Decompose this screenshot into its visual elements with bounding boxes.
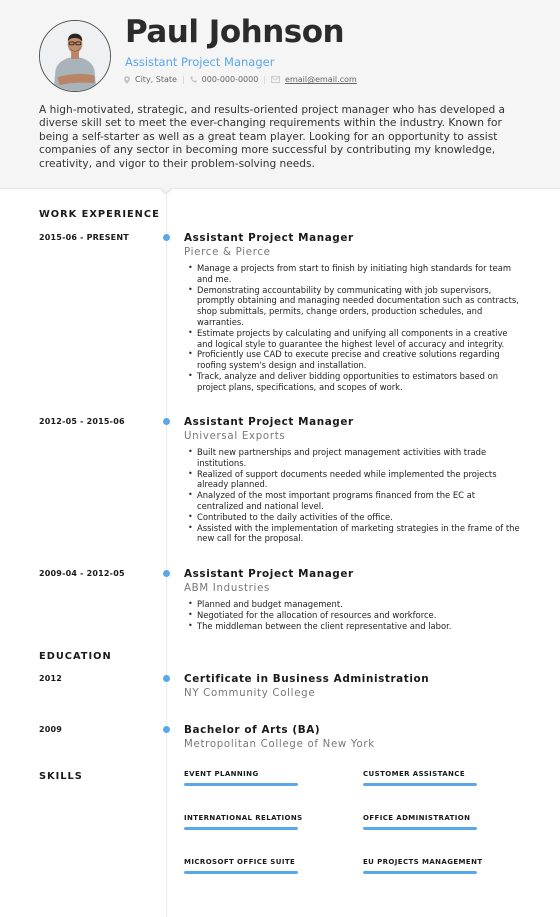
skill-name: OFFICE ADMINISTRATION [363, 814, 471, 822]
job-entry: Assistant Project Manager ABM Industries… [184, 567, 524, 631]
location-text: City, State [135, 75, 177, 84]
skill-name: EVENT PLANNING [184, 770, 259, 778]
skill-level-bar [363, 783, 477, 786]
person-photo-icon [40, 21, 110, 91]
education-entry: Certificate in Business Administration N… [184, 672, 524, 701]
contact-info: City, State | 000-000-0000 | email@email… [124, 75, 357, 84]
candidate-title: Assistant Project Manager [125, 55, 275, 69]
email-link[interactable]: email@email.com [285, 75, 357, 84]
job-dates: 2015-06 - PRESENT [39, 233, 129, 242]
education-year: 2012 [39, 674, 63, 683]
skill-level-bar [363, 871, 477, 874]
timeline-dot [163, 726, 170, 733]
school-name: NY Community College [184, 688, 316, 699]
skill-name: EU PROJECTS MANAGEMENT [363, 858, 483, 866]
skill-level-bar [363, 827, 477, 830]
bullet-item: Track, analyze and deliver bidding oppor… [184, 371, 524, 393]
work-experience-heading: WORK EXPERIENCE [39, 209, 160, 220]
skill-level-fill [184, 871, 298, 874]
bullet-item: Analyzed of the most important programs … [184, 490, 524, 512]
timeline-dot [163, 234, 170, 241]
bullet-item: The middleman between the client represe… [184, 621, 524, 632]
skill-item: CUSTOMER ASSISTANCE [363, 770, 477, 786]
bullet-item: Manage a projects from start to finish b… [184, 263, 524, 285]
timeline-dot [163, 675, 170, 682]
skill-item: OFFICE ADMINISTRATION [363, 814, 477, 830]
education-year: 2009 [39, 725, 63, 734]
job-title: Assistant Project Manager [184, 416, 354, 428]
degree-name: Bachelor of Arts (BA) [184, 724, 321, 736]
skill-level-bar [184, 827, 298, 830]
company-name: Pierce & Pierce [184, 247, 271, 258]
resume-header: Paul Johnson Assistant Project Manager C… [0, 0, 560, 189]
bullet-item: Assisted with the implementation of mark… [184, 523, 524, 545]
school-name: Metropolitan College of New York [184, 739, 375, 750]
skill-item: EU PROJECTS MANAGEMENT [363, 858, 483, 874]
education-heading: EDUCATION [39, 651, 112, 662]
job-entry: Assistant Project Manager Universal Expo… [184, 415, 524, 544]
company-name: ABM Industries [184, 583, 271, 594]
timeline-dot [163, 418, 170, 425]
skill-level-bar [184, 783, 298, 786]
job-title: Assistant Project Manager [184, 568, 354, 580]
skills-heading: SKILLS [39, 771, 83, 782]
company-name: Universal Exports [184, 431, 286, 442]
phone-icon [190, 76, 197, 83]
bullet-item: Proficiently use CAD to execute precise … [184, 349, 524, 371]
job-dates: 2009-04 - 2012-05 [39, 569, 125, 578]
bullet-item: Built new partnerships and project manag… [184, 447, 524, 469]
job-entry: Assistant Project Manager Pierce & Pierc… [184, 231, 524, 393]
contact-separator: | [263, 75, 267, 84]
skill-name: CUSTOMER ASSISTANCE [363, 770, 466, 778]
skill-name: INTERNATIONAL RELATIONS [184, 814, 303, 822]
phone-text: 000-000-0000 [201, 75, 259, 84]
skill-item: EVENT PLANNING [184, 770, 298, 786]
envelope-icon [271, 76, 280, 83]
profile-photo [39, 20, 111, 92]
candidate-name: Paul Johnson [125, 14, 345, 50]
skill-level-fill [363, 827, 477, 830]
skill-level-bar [184, 871, 298, 874]
map-pin-icon [124, 75, 130, 84]
job-bullets: Built new partnerships and project manag… [184, 447, 524, 544]
skill-item: MICROSOFT OFFICE SUITE [184, 858, 298, 874]
job-bullets: Manage a projects from start to finish b… [184, 263, 524, 393]
timeline-dot [163, 570, 170, 577]
skill-level-fill [184, 783, 298, 786]
education-entry: Bachelor of Arts (BA) Metropolitan Colle… [184, 723, 524, 752]
bullet-item: Contributed to the daily activities of t… [184, 512, 524, 523]
timeline-line [166, 189, 167, 917]
degree-name: Certificate in Business Administration [184, 673, 430, 685]
profile-summary: A high-motivated, strategic, and results… [39, 104, 506, 170]
bullet-item: Realized of support documents needed whi… [184, 469, 524, 491]
skill-level-fill [184, 827, 298, 830]
job-bullets: Planned and budget management. Negotiate… [184, 599, 524, 631]
job-title: Assistant Project Manager [184, 232, 354, 244]
skill-name: MICROSOFT OFFICE SUITE [184, 858, 296, 866]
job-dates: 2012-05 - 2015-06 [39, 417, 125, 426]
bullet-item: Planned and budget management. [184, 599, 524, 610]
skill-item: INTERNATIONAL RELATIONS [184, 814, 303, 830]
skill-level-fill [363, 783, 477, 786]
bullet-item: Negotiated for the allocation of resourc… [184, 610, 524, 621]
bullet-item: Demonstrating accountability by communic… [184, 285, 524, 328]
bullet-item: Estimate projects by calculating and uni… [184, 328, 524, 350]
skill-level-fill [363, 871, 477, 874]
contact-separator: | [181, 75, 185, 84]
